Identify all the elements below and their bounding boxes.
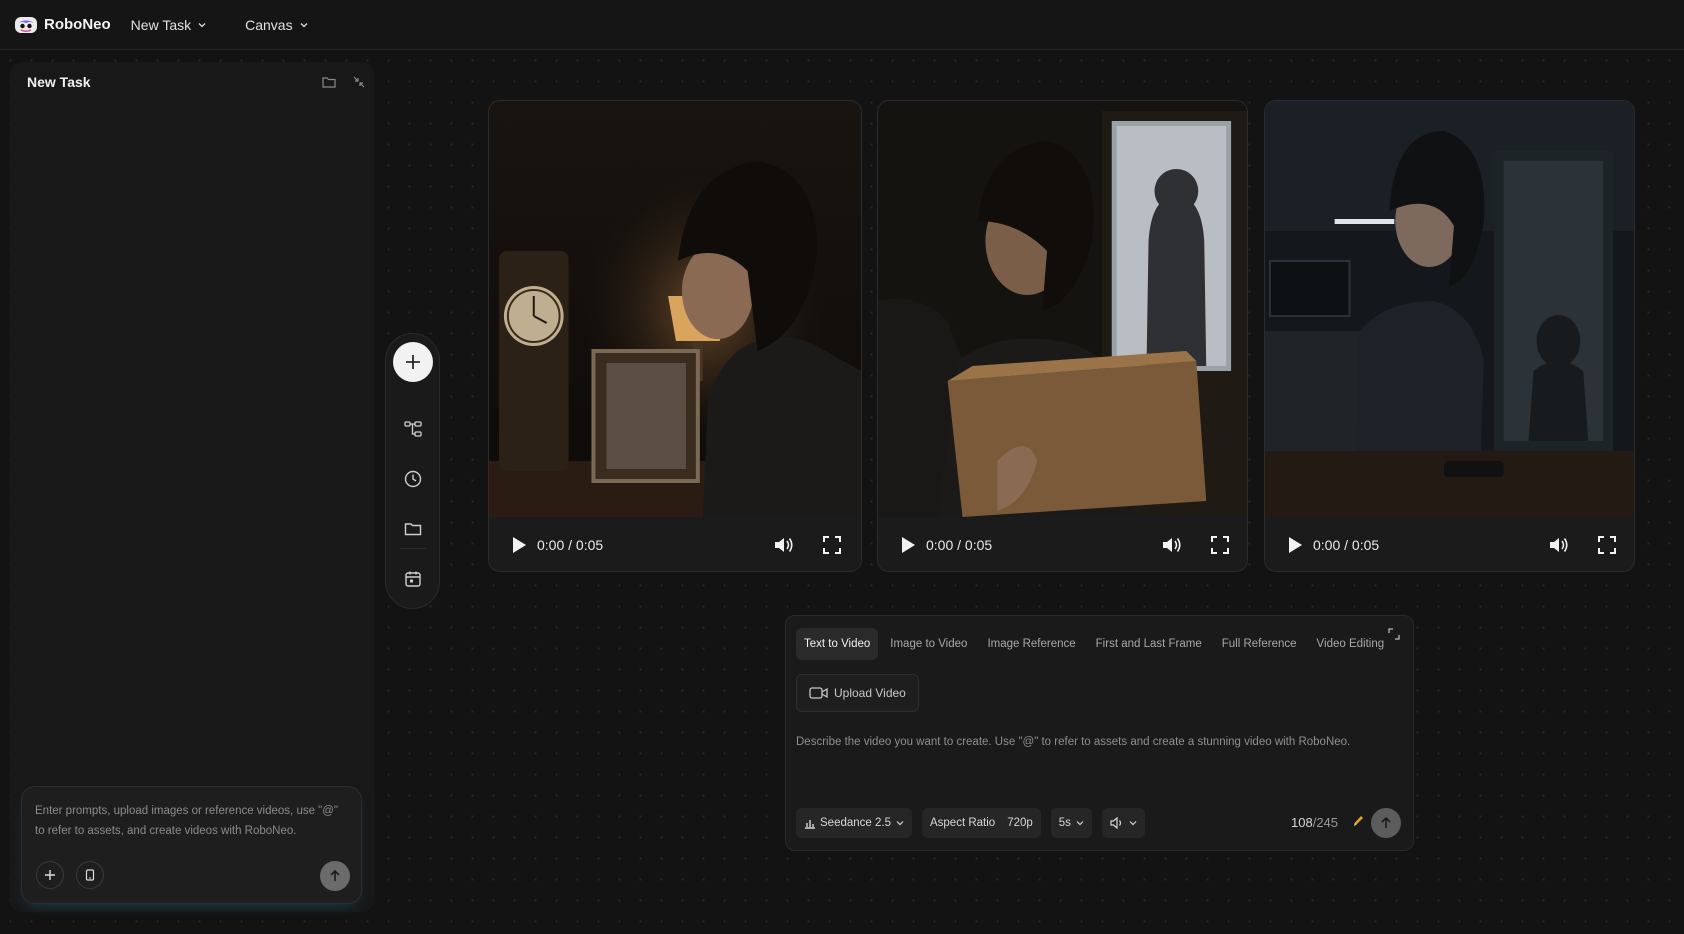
arrow-up-icon	[330, 869, 340, 881]
upload-video-label: Upload Video	[834, 686, 906, 700]
tab-image-to-video[interactable]: Image to Video	[882, 628, 975, 660]
fullscreen-icon[interactable]	[823, 536, 841, 554]
play-icon[interactable]	[1287, 536, 1303, 554]
canvas-menu-label: Canvas	[245, 16, 293, 33]
assets-button[interactable]	[402, 518, 424, 540]
video-controls-3: 0:00 / 0:05	[1265, 517, 1634, 571]
chevron-down-icon	[896, 821, 904, 826]
speaker-icon	[1110, 817, 1122, 829]
history-button[interactable]	[402, 468, 424, 490]
play-icon[interactable]	[511, 536, 527, 554]
video-frame-image-1	[489, 101, 861, 517]
workflow-button[interactable]	[402, 418, 424, 440]
tab-full-reference[interactable]: Full Reference	[1214, 628, 1305, 660]
generator-options: Seedance 2.5 Aspect Ratio 720p 5s	[796, 808, 1155, 838]
folder-icon[interactable]	[321, 74, 337, 90]
video-frame-image-3	[1265, 101, 1634, 517]
tablet-icon	[85, 869, 95, 881]
duration-select[interactable]: 5s	[1050, 808, 1092, 838]
new-task-menu-label: New Task	[130, 16, 192, 33]
toolbar-divider	[400, 548, 426, 549]
calendar-icon	[405, 571, 421, 587]
tab-first-and-last-frame[interactable]: First and Last Frame	[1088, 628, 1210, 660]
generate-button[interactable]	[1371, 808, 1401, 838]
volume-icon[interactable]	[1548, 535, 1570, 555]
app-name: RoboNeo	[44, 16, 111, 33]
sidebar-prompt-placeholder[interactable]: Enter prompts, upload images or referenc…	[35, 801, 345, 841]
sidebar-send-button[interactable]	[320, 861, 350, 891]
device-button[interactable]	[76, 861, 104, 889]
fullscreen-icon[interactable]	[1598, 536, 1616, 554]
tab-text-to-video[interactable]: Text to Video	[796, 628, 879, 660]
model-select-label: Seedance 2.5	[820, 817, 891, 829]
video-prompt-input[interactable]: Describe the video you want to create. U…	[796, 736, 1350, 748]
canvas-menu[interactable]: Canvas	[245, 17, 308, 33]
volume-icon[interactable]	[1161, 535, 1183, 555]
volume-icon[interactable]	[773, 535, 795, 555]
top-bar: RoboNeo New Task Canvas	[0, 0, 1684, 50]
plus-icon	[45, 870, 55, 880]
credit-total: /245	[1312, 815, 1339, 830]
video-camera-icon	[809, 687, 828, 699]
chevron-down-icon	[300, 22, 308, 27]
collapse-icon[interactable]	[351, 74, 367, 90]
arrow-up-icon	[1381, 816, 1391, 828]
roboneo-logo-icon	[15, 16, 37, 33]
video-card-2[interactable]: 0:00 / 0:05	[877, 100, 1248, 572]
chevron-down-icon	[198, 22, 206, 27]
chevron-down-icon	[1129, 821, 1137, 826]
expand-icon[interactable]	[1388, 628, 1400, 640]
canvas-toolbar	[385, 333, 440, 609]
video-thumbnail-1[interactable]	[489, 101, 861, 517]
task-sidebar: New Task Enter prompts, upload images or…	[10, 62, 374, 912]
aspect-ratio-label: Aspect Ratio	[929, 817, 996, 829]
credit-counter: 108/245	[1291, 815, 1338, 830]
folder-icon	[404, 523, 422, 536]
audio-select[interactable]	[1101, 808, 1145, 838]
chevron-down-icon	[1076, 821, 1084, 826]
video-controls-2: 0:00 / 0:05	[878, 517, 1247, 571]
video-thumbnail-2[interactable]	[878, 101, 1247, 517]
tab-video-editing[interactable]: Video Editing	[1309, 628, 1393, 660]
resolution-value: 720p	[1007, 817, 1033, 829]
play-icon[interactable]	[900, 536, 916, 554]
video-generator-panel: Text to Video Image to Video Image Refer…	[785, 615, 1414, 851]
app-logo[interactable]: RoboNeo	[14, 15, 111, 35]
workflow-icon	[404, 421, 422, 437]
video-time-1: 0:00 / 0:05	[537, 537, 604, 553]
add-attachment-button[interactable]	[36, 861, 64, 889]
video-frame-image-2	[878, 101, 1247, 517]
upload-video-button[interactable]: Upload Video	[796, 674, 919, 712]
video-time-2: 0:00 / 0:05	[926, 537, 993, 553]
add-icon	[406, 355, 420, 369]
chart-icon	[805, 819, 815, 829]
generator-tabs: Text to Video Image to Video Image Refer…	[796, 628, 1396, 660]
new-task-menu[interactable]: New Task	[131, 17, 207, 33]
video-card-1[interactable]: 0:00 / 0:05	[488, 100, 862, 572]
video-controls-1: 0:00 / 0:05	[489, 517, 861, 571]
history-icon	[404, 470, 422, 488]
video-card-3[interactable]: 0:00 / 0:05	[1264, 100, 1635, 572]
duration-value: 5s	[1058, 817, 1071, 829]
aspect-ratio-select[interactable]: Aspect Ratio 720p	[921, 808, 1041, 838]
sidebar-title: New Task	[27, 74, 91, 90]
video-thumbnail-3[interactable]	[1265, 101, 1634, 517]
fullscreen-icon[interactable]	[1211, 536, 1229, 554]
video-time-3: 0:00 / 0:05	[1313, 537, 1380, 553]
calendar-button[interactable]	[402, 568, 424, 590]
pencil-icon	[1354, 816, 1363, 826]
tab-image-reference[interactable]: Image Reference	[979, 628, 1083, 660]
sidebar-prompt-box[interactable]: Enter prompts, upload images or referenc…	[21, 786, 362, 904]
model-select[interactable]: Seedance 2.5	[796, 808, 912, 838]
add-node-button[interactable]	[393, 342, 433, 382]
credit-count: 108	[1291, 815, 1313, 830]
